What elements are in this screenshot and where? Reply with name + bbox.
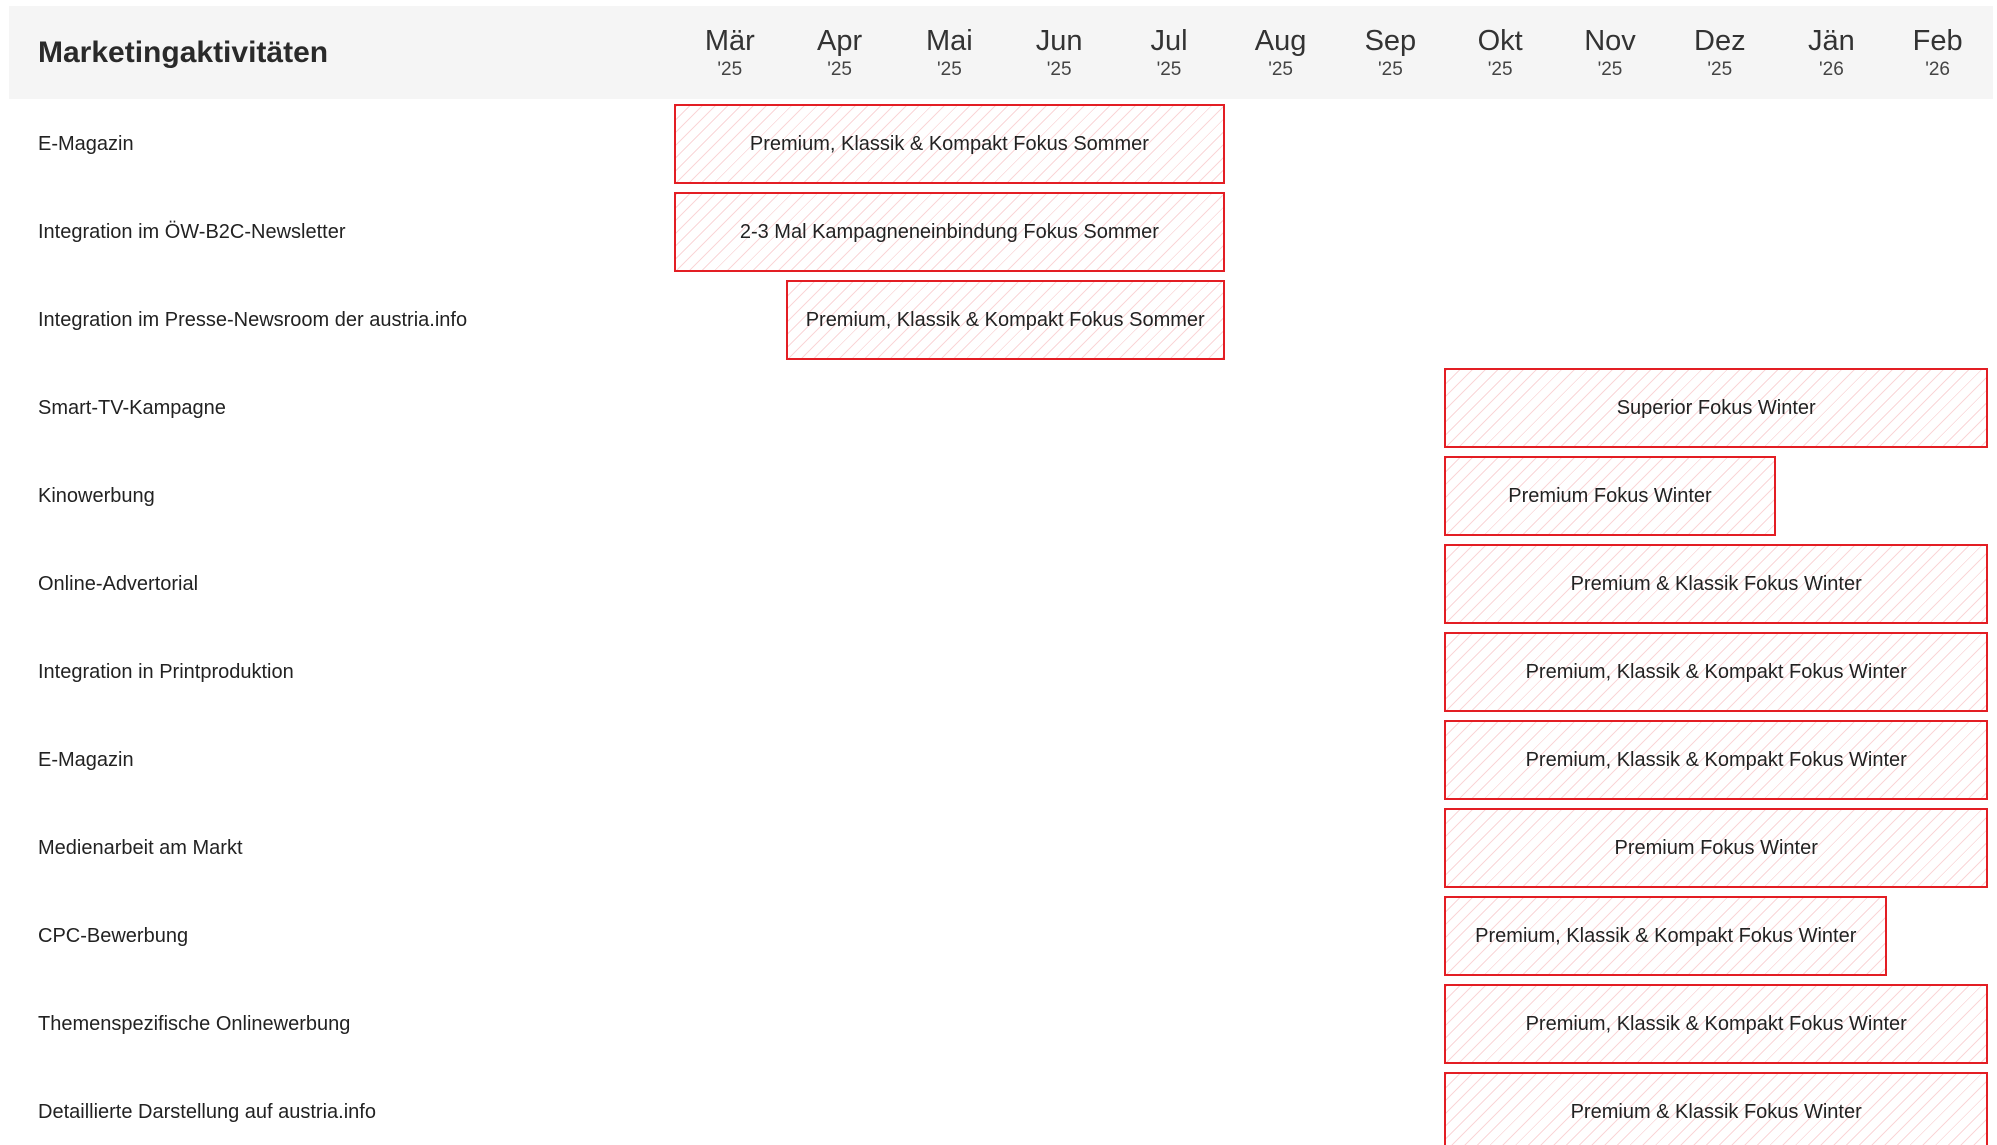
- row-label: E-Magazin: [38, 133, 134, 155]
- month-year: '25: [1707, 59, 1733, 80]
- month-name: Feb: [1912, 25, 1963, 57]
- chart-title: Marketingaktivitäten: [38, 36, 329, 69]
- month-name: Okt: [1477, 25, 1523, 57]
- gantt-bar[interactable]: Premium, Klassik & Kompakt Fokus Sommer: [785, 280, 1225, 360]
- month-year: '25: [1378, 59, 1403, 80]
- month-name: Mär: [704, 25, 755, 57]
- month-header: Aug '25: [1255, 22, 1307, 80]
- gantt-bar-label: Premium Fokus Winter: [1614, 836, 1818, 859]
- row-label: Online-Advertorial: [38, 573, 199, 595]
- month-year: '25: [1268, 59, 1293, 80]
- month-header: Dez '25: [1694, 22, 1746, 80]
- month-header: Jul '25: [1150, 22, 1187, 80]
- month-year: '25: [1487, 59, 1513, 80]
- row-label: Integration im Presse-Newsroom der austr…: [38, 309, 468, 331]
- gantt-bar-label: Premium, Klassik & Kompakt Fokus Sommer: [805, 308, 1205, 331]
- month-year: '25: [827, 59, 852, 80]
- gantt-bar-label: Premium & Klassik Fokus Winter: [1570, 572, 1862, 595]
- row-label: CPC-Bewerbung: [38, 925, 189, 947]
- month-name: Dez: [1694, 25, 1746, 57]
- month-name: Nov: [1584, 25, 1636, 57]
- month-header: Sep '25: [1365, 22, 1417, 80]
- gantt-bar-label: 2-3 Mal Kampagneneinbindung Fokus Sommer: [739, 220, 1159, 243]
- month-year: '25: [1046, 59, 1072, 80]
- row-label: Integration in Printproduktion: [38, 661, 294, 683]
- gantt-bar-label: Premium Fokus Winter: [1508, 484, 1712, 507]
- month-year: '26: [1925, 59, 1950, 80]
- month-name: Apr: [817, 25, 863, 57]
- gantt-bar[interactable]: Premium, Klassik & Kompakt Fokus Winter: [1444, 984, 1988, 1064]
- row-label: E-Magazin: [38, 749, 134, 771]
- month-name: Mai: [926, 25, 973, 57]
- row-label: Detaillierte Darstellung auf austria.inf…: [38, 1101, 376, 1123]
- month-header: Nov '25: [1584, 22, 1636, 80]
- gantt-bar-label: Premium, Klassik & Kompakt Fokus Winter: [1525, 748, 1907, 771]
- gantt-bar-label: Premium, Klassik & Kompakt Fokus Winter: [1525, 1012, 1907, 1035]
- month-name: Sep: [1364, 25, 1417, 57]
- month-year: '26: [1819, 59, 1844, 80]
- month-header: Mär '25: [705, 22, 755, 80]
- gantt-bar[interactable]: Premium Fokus Winter: [1444, 808, 1988, 888]
- month-header: Feb '26: [1913, 22, 1963, 80]
- month-header: Apr '25: [817, 22, 862, 80]
- gantt-bar[interactable]: Premium & Klassik Fokus Winter: [1444, 544, 1988, 624]
- row-label: Kinowerbung: [38, 485, 155, 507]
- gantt-bar-label: Premium & Klassik Fokus Winter: [1570, 1100, 1862, 1123]
- month-name: Aug: [1254, 25, 1307, 57]
- month-header: Okt '25: [1478, 22, 1523, 80]
- row-label: Smart-TV-Kampagne: [38, 397, 226, 419]
- gantt-bar-label: Superior Fokus Winter: [1616, 396, 1816, 419]
- gantt-bar[interactable]: 2-3 Mal Kampagneneinbindung Fokus Sommer: [674, 192, 1225, 272]
- gantt-bar-label: Premium, Klassik & Kompakt Fokus Winter: [1525, 660, 1907, 683]
- gantt-bar[interactable]: Premium & Klassik Fokus Winter: [1444, 1072, 1988, 1145]
- gantt-chart: Marketingaktivitäten Mär '25 Apr '25 Mai '25 J…: [0, 0, 1997, 1145]
- gantt-bar[interactable]: Premium, Klassik & Kompakt Fokus Winter: [1444, 720, 1988, 800]
- month-name: Jun: [1035, 25, 1083, 57]
- row-label: Medienarbeit am Markt: [38, 837, 243, 859]
- gantt-bar[interactable]: Premium, Klassik & Kompakt Fokus Winter: [1444, 896, 1888, 976]
- month-name: Jän: [1808, 25, 1855, 57]
- gantt-bar[interactable]: Premium Fokus Winter: [1444, 456, 1776, 536]
- month-year: '25: [1597, 59, 1623, 80]
- gantt-bar[interactable]: Premium, Klassik & Kompakt Fokus Winter: [1444, 632, 1988, 712]
- month-header: Jän '26: [1808, 22, 1855, 80]
- month-header: Jun '25: [1036, 22, 1083, 80]
- month-name: Jul: [1150, 25, 1188, 57]
- month-year: '25: [1156, 59, 1182, 80]
- row-label: Integration im ÖW-B2C-Newsletter: [38, 221, 346, 243]
- month-year: '25: [937, 59, 962, 80]
- month-header: Mai '25: [926, 22, 973, 80]
- gantt-bar[interactable]: Superior Fokus Winter: [1444, 368, 1988, 448]
- row-label: Themenspezifische Onlinewerbung: [38, 1013, 351, 1035]
- gantt-bar-label: Premium, Klassik & Kompakt Fokus Sommer: [749, 132, 1149, 155]
- month-year: '25: [717, 59, 743, 80]
- gantt-bar[interactable]: Premium, Klassik & Kompakt Fokus Sommer: [674, 104, 1225, 184]
- gantt-bar-label: Premium, Klassik & Kompakt Fokus Winter: [1475, 924, 1857, 947]
